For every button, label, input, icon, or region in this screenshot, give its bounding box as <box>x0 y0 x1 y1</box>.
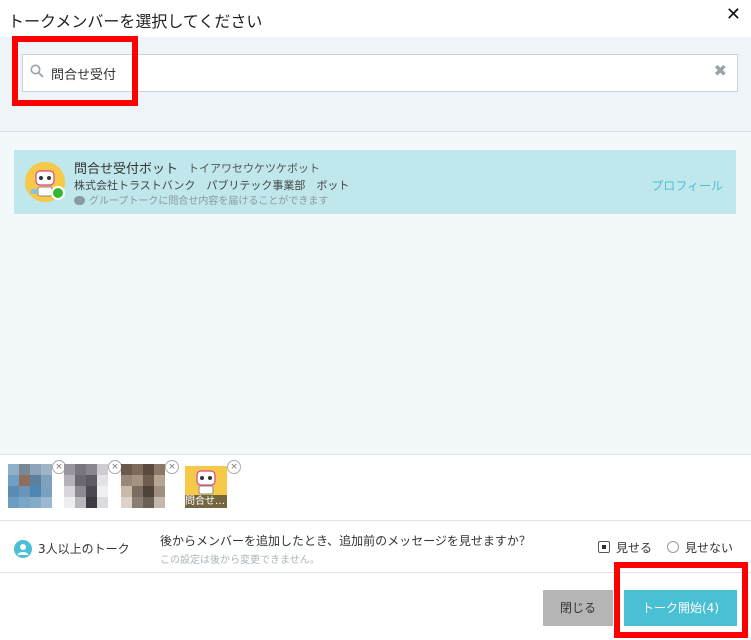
clear-search-icon[interactable]: ✖ <box>714 61 727 80</box>
search-area: ✖ <box>0 37 751 132</box>
search-box[interactable]: ✖ <box>22 54 738 92</box>
selected-members: × × × <box>0 454 751 520</box>
online-status-dot <box>51 186 65 200</box>
group-user-icon <box>14 540 32 558</box>
profile-link[interactable]: プロフィール <box>651 177 723 194</box>
group-talk-label: 3人以上のトーク <box>38 542 130 556</box>
pixelated-avatar <box>121 464 165 508</box>
remove-member-icon[interactable]: × <box>165 460 179 474</box>
selected-member-chip: × <box>64 460 122 508</box>
search-input[interactable] <box>51 61 691 85</box>
result-kana: トイアワセウケツケボット <box>188 162 320 175</box>
result-row-bot[interactable]: 問合せ受付ボット トイアワセウケツケボット 株式会社トラストバンク パブリテック… <box>14 150 736 214</box>
select-members-dialog: トークメンバーを選択してください ✕ ✖ <box>0 0 751 640</box>
result-organization: 株式会社トラストバンク パブリテック事業部 ボット <box>74 179 350 192</box>
search-results: 問合せ受付ボット トイアワセウケツケボット 株式会社トラストバンク パブリテック… <box>0 132 751 454</box>
history-question: 後からメンバーを追加したとき、追加前のメッセージを見せますか？ <box>160 534 531 548</box>
selected-member-chip: × <box>8 460 66 508</box>
hide-history-label[interactable]: 見せない <box>685 539 733 556</box>
group-options: 3人以上のトーク 後からメンバーを追加したとき、追加前のメッセージを見せますか？… <box>0 520 751 573</box>
result-name: 問合せ受付ボット <box>74 162 179 177</box>
show-history-label[interactable]: 見せる <box>616 539 652 556</box>
speech-bubble-icon <box>74 196 85 205</box>
show-history-radio[interactable] <box>598 541 610 553</box>
start-talk-button[interactable]: トーク開始(4) <box>624 590 737 626</box>
selected-bot-chip: 問合せ… × <box>185 460 241 508</box>
pixelated-avatar <box>64 464 108 508</box>
search-icon <box>30 64 44 78</box>
result-description: グループトークに問合せ内容を届けることができます <box>74 192 328 207</box>
close-button[interactable]: 閉じる <box>543 590 613 626</box>
dialog-header: トークメンバーを選択してください ✕ <box>0 0 751 37</box>
selected-member-chip: × <box>121 460 179 508</box>
history-note: この設定は後から変更できません。 <box>160 555 320 566</box>
remove-member-icon[interactable]: × <box>108 460 122 474</box>
result-description-text: グループトークに問合せ内容を届けることができます <box>89 196 329 207</box>
dialog-title: トークメンバーを選択してください <box>8 12 263 31</box>
remove-member-icon[interactable]: × <box>227 460 241 474</box>
bot-chip-label: 問合せ… <box>185 495 227 508</box>
dialog-footer: 閉じる トーク開始(4) <box>0 573 751 640</box>
close-icon[interactable]: ✕ <box>726 6 741 24</box>
pixelated-avatar <box>8 464 52 508</box>
hide-history-radio[interactable] <box>667 541 679 553</box>
